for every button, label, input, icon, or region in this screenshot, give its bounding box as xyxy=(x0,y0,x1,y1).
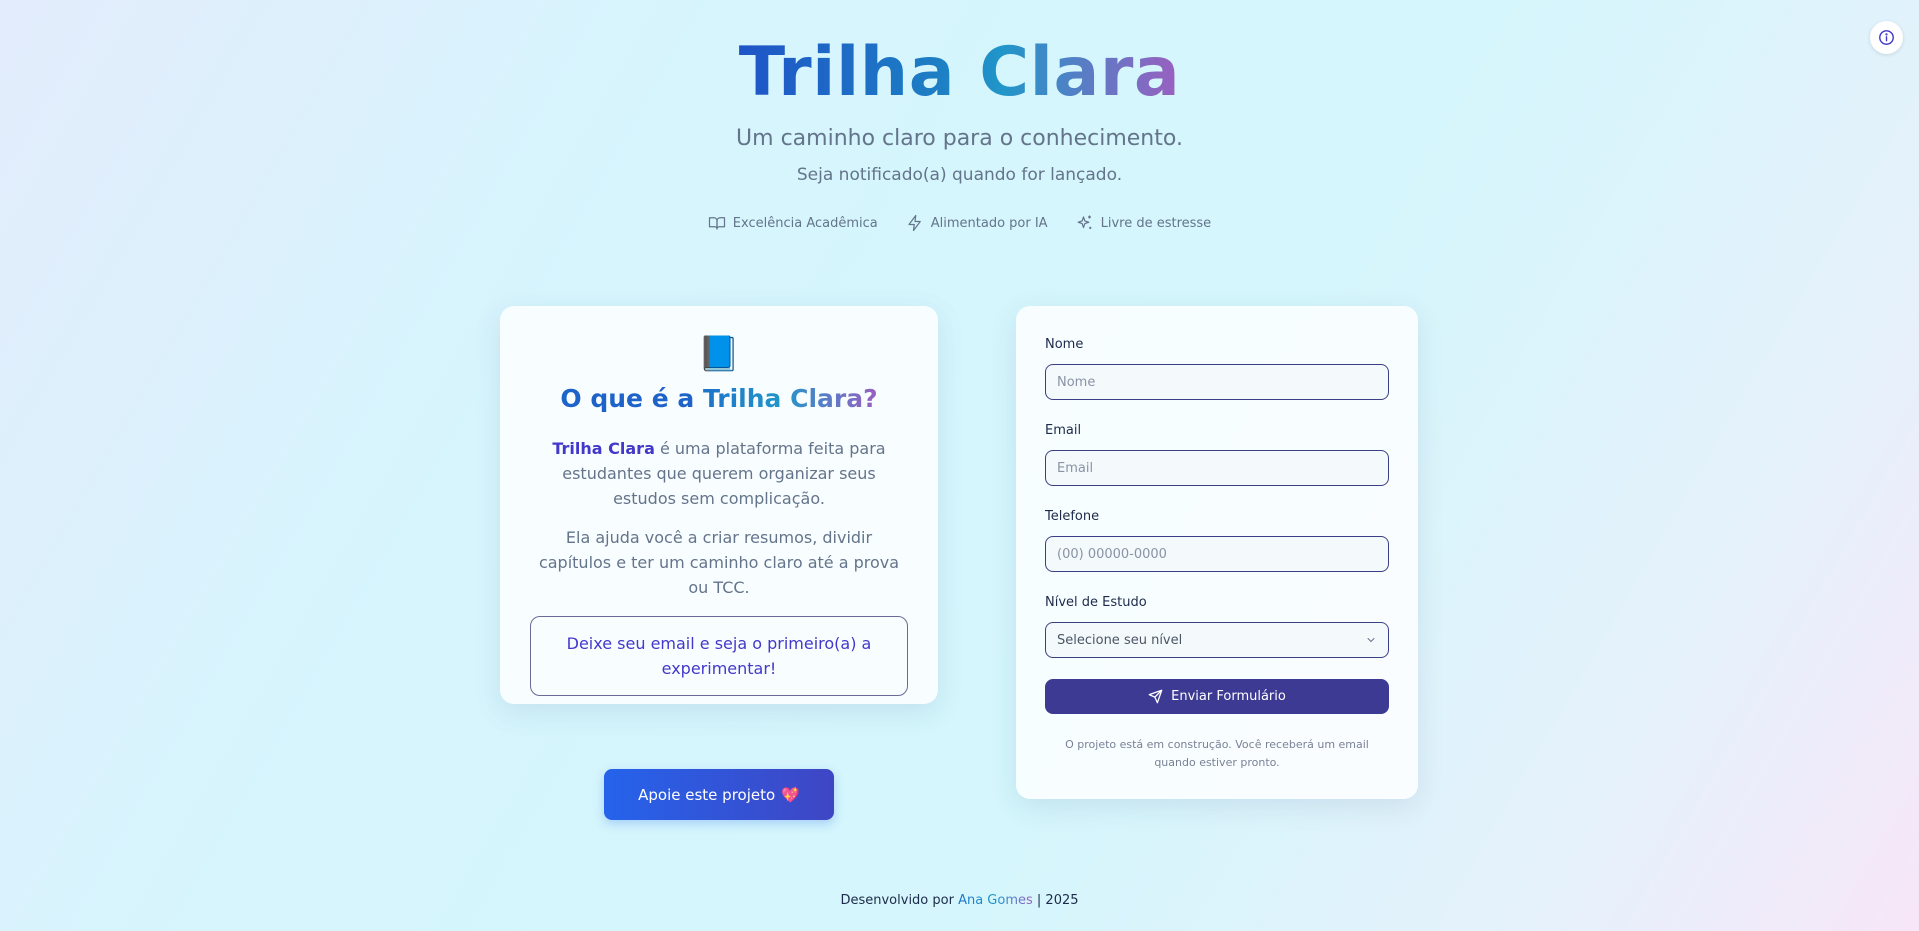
send-icon xyxy=(1148,689,1163,704)
email-input[interactable] xyxy=(1045,450,1389,486)
page-title: Trilha Clara xyxy=(738,33,1181,112)
phone-label: Telefone xyxy=(1045,509,1100,524)
feature-label: Alimentado por IA xyxy=(930,215,1048,231)
sparkles-icon xyxy=(1077,215,1091,229)
feature-list: Excelência Acadêmica Alimentado por IA L… xyxy=(0,214,1919,232)
author-link[interactable]: Ana Gomes xyxy=(958,893,1033,908)
construction-note: O projeto está em construção. Você receb… xyxy=(1065,738,1369,769)
cta-box: Deixe seu email e seja o primeiro(a) a e… xyxy=(530,616,908,696)
level-select[interactable]: Selecione seu nível xyxy=(1045,622,1389,658)
about-card: 📘 O que é a Trilha Clara? Trilha Clara é… xyxy=(500,306,938,704)
heart-icon: 💖 xyxy=(781,785,800,804)
feature-item-stress-free: Livre de estresse xyxy=(1076,214,1212,232)
name-input[interactable] xyxy=(1045,364,1389,400)
support-project-button[interactable]: Apoie este projeto 💖 xyxy=(604,769,834,820)
level-label: Nível de Estudo xyxy=(1045,595,1147,610)
level-field-group: Nível de Estudo Selecione seu nível xyxy=(1045,594,1389,658)
name-field-group: Nome xyxy=(1045,336,1389,400)
page-subtitle: Um caminho claro para o conhecimento. xyxy=(736,126,1183,151)
about-title: O que é a Trilha Clara? xyxy=(560,384,878,413)
feature-label: Excelência Acadêmica xyxy=(732,215,878,231)
feature-label: Livre de estresse xyxy=(1100,215,1212,231)
lightning-icon xyxy=(908,214,921,232)
phone-field-group: Telefone xyxy=(1045,508,1389,572)
about-details: Ela ajuda você a criar resumos, dividir … xyxy=(538,528,900,597)
phone-input[interactable] xyxy=(1045,536,1389,572)
submit-button[interactable]: Enviar Formulário xyxy=(1045,679,1389,714)
signup-form: Nome Email Telefone Nível de Estudo Sele… xyxy=(1016,306,1418,799)
email-field-group: Email xyxy=(1045,422,1389,486)
chevron-down-icon xyxy=(1367,638,1375,643)
notify-text: Seja notificado(a) quando for lançado. xyxy=(796,165,1123,185)
blue-book-icon: 📘 xyxy=(697,334,741,374)
feature-item-academic: Excelência Acadêmica xyxy=(708,214,878,232)
about-description: Trilha Clara é uma plataforma feita para… xyxy=(552,439,886,508)
footer: Desenvolvido por Ana Gomes | 2025 xyxy=(840,893,1079,908)
feature-item-ai: Alimentado por IA xyxy=(906,214,1048,232)
name-label: Nome xyxy=(1045,337,1084,352)
book-open-icon xyxy=(708,217,725,230)
email-label: Email xyxy=(1045,423,1082,438)
